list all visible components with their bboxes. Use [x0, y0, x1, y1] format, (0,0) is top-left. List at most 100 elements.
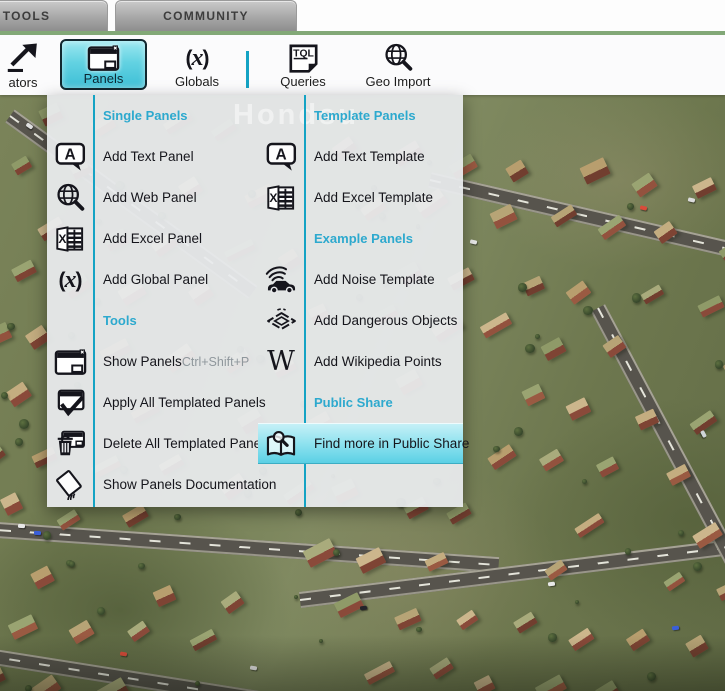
tab-community[interactable]: COMMUNITY — [115, 0, 297, 31]
road — [591, 304, 725, 682]
global-x-icon: (x) — [186, 40, 209, 75]
tree — [295, 509, 302, 516]
house — [364, 660, 395, 684]
menu-header-label: Single Panels — [103, 108, 188, 123]
menu-item-delete-all-templated-panels[interactable]: Delete All Templated Panels — [47, 423, 258, 464]
car — [34, 531, 41, 535]
tree — [514, 427, 523, 436]
menu-item-label: Add Noise Template — [314, 272, 435, 287]
toolbar-item-globals[interactable]: (x)Globals — [157, 38, 237, 91]
toolbar-divider — [246, 51, 249, 88]
menu-item-find-more-in-public-share[interactable]: Find more in Public Share — [258, 423, 463, 464]
menu-item-add-excel-template[interactable]: X Add Excel Template — [258, 177, 463, 218]
house — [11, 260, 37, 282]
road — [0, 518, 499, 573]
toolbar-item-label: Geo Import — [365, 75, 430, 88]
menu-item-label: Add Excel Template — [314, 190, 433, 205]
toolbar-item-panels[interactable]: Panels — [60, 39, 147, 90]
house — [698, 296, 725, 318]
menu-item-label: Add Excel Panel — [103, 231, 202, 246]
toolbar-item-label: Queries — [280, 75, 326, 88]
tree — [632, 293, 642, 303]
menu-item-add-dangerous-objects[interactable]: Add Dangerous Objects — [258, 300, 463, 341]
house — [540, 337, 566, 361]
excel-icon: X — [258, 184, 304, 212]
menu-item-label: Show Panels Documentation — [103, 477, 276, 492]
tree — [678, 530, 684, 536]
panels-window-icon — [47, 348, 93, 376]
menu-item-add-text-template[interactable]: A Add Text Template — [258, 136, 463, 177]
tree — [294, 595, 298, 599]
menu-item-show-panels[interactable]: Show PanelsCtrl+Shift+P — [47, 341, 258, 382]
game-screen: TOOLS COMMUNITY ators Panels(x)Globals TQL… — [0, 0, 725, 691]
tree — [174, 514, 181, 521]
house — [488, 444, 518, 470]
house — [152, 585, 176, 608]
tree — [693, 562, 703, 572]
house — [474, 675, 496, 691]
house — [626, 628, 650, 650]
car — [672, 626, 679, 631]
tree — [7, 323, 14, 330]
window-trash-icon — [47, 429, 93, 458]
house — [480, 312, 512, 338]
menu-column-right: Template PanelsAAdd Text TemplateXAdd Ex… — [258, 95, 463, 507]
tree — [333, 549, 340, 556]
menu-item-add-text-panel[interactable]: AAdd Text Panel — [47, 136, 258, 177]
panels-window-icon — [87, 43, 120, 72]
car — [250, 665, 258, 670]
tree — [15, 438, 23, 446]
wikipedia-icon: W — [258, 348, 304, 375]
tree — [518, 283, 526, 291]
house — [7, 614, 38, 640]
tree — [548, 633, 557, 642]
house — [29, 675, 61, 691]
svg-text:TQL: TQL — [293, 48, 314, 59]
car — [120, 651, 128, 656]
menu-item-label: Add Text Template — [314, 149, 425, 164]
menu-item-add-global-panel[interactable]: (x) Add Global Panel — [47, 259, 258, 300]
house — [128, 621, 150, 642]
menu-item-add-wikipedia-points[interactable]: W Add Wikipedia Points — [258, 341, 463, 382]
house — [302, 538, 337, 567]
noise-car-icon — [258, 265, 304, 295]
mod-toolbar: ators Panels(x)Globals TQL Queries Geo Impor… — [0, 35, 725, 95]
menu-item-label: Add Wikipedia Points — [314, 354, 442, 369]
menu-item-add-excel-panel[interactable]: XAdd Excel Panel — [47, 218, 258, 259]
tree — [69, 561, 75, 567]
tree — [416, 627, 422, 633]
toolbar-item-operators[interactable]: ators — [0, 38, 56, 91]
toolbar-item-geo-import[interactable]: Geo Import — [353, 38, 443, 91]
toolbar-item-label: ators — [9, 76, 38, 89]
house — [596, 456, 619, 477]
window-check-icon — [47, 388, 93, 417]
menu-item-label: Add Global Panel — [103, 272, 208, 287]
menu-column-left: Single Panels AAdd Text Panel Add Web Pane… — [47, 95, 258, 507]
tree — [493, 446, 499, 452]
house — [122, 504, 149, 528]
house — [11, 156, 32, 176]
tab-bar: TOOLS COMMUNITY — [0, 0, 725, 31]
menu-item-apply-all-templated-panels[interactable]: Apply All Templated Panels — [47, 382, 258, 423]
car — [360, 606, 367, 611]
menu-item-add-noise-template[interactable]: Add Noise Template — [258, 259, 463, 300]
menu-item-show-panels-documentation[interactable]: Show Panels Documentation — [47, 464, 258, 505]
global-x-icon: (x) — [47, 268, 93, 292]
tab-tools[interactable]: TOOLS — [0, 0, 108, 31]
menu-header-label: Public Share — [314, 395, 393, 410]
house — [595, 680, 621, 691]
toolbar-item-queries[interactable]: TQL Queries — [261, 38, 345, 91]
menu-header-public-share: Public Share — [258, 382, 463, 423]
house — [580, 157, 611, 184]
menu-item-label: Add Web Panel — [103, 190, 197, 205]
svg-text:X: X — [269, 191, 277, 205]
text-bubble-icon: A — [258, 142, 304, 171]
house — [430, 657, 454, 679]
tree — [715, 360, 723, 368]
panels-dropdown-menu: Hondsu Single PanelsAAdd Text PanelAdd W… — [47, 95, 463, 507]
menu-item-label: Add Dangerous Objects — [314, 313, 457, 328]
house — [685, 635, 709, 658]
menu-item-add-web-panel[interactable]: Add Web Panel — [47, 177, 258, 218]
house — [566, 397, 592, 421]
tree — [627, 203, 634, 210]
